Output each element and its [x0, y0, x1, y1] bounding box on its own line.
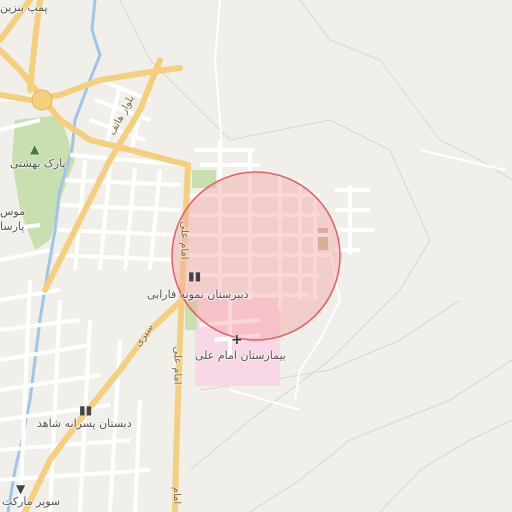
- road-label-imam-ali-3: امام: [171, 486, 183, 505]
- supermarket-label[interactable]: سوپر مارکت: [2, 495, 60, 508]
- hospital-label[interactable]: بیمارستان امام علی: [195, 349, 286, 362]
- shopping-cart-icon: ▼: [16, 482, 26, 496]
- high-school-label[interactable]: دبیرستان نمونه فارابی: [147, 288, 249, 301]
- left-edge-label-1: موس: [0, 205, 26, 218]
- gas-station-label: پمپ بنزین: [0, 1, 48, 14]
- primary-school-label[interactable]: دبستان پسرانه شاهد: [37, 417, 132, 430]
- park-label[interactable]: پارک بهشتی: [10, 157, 66, 170]
- hospital-cross-icon: +: [231, 332, 243, 348]
- left-edge-label-2: پارسا: [0, 220, 25, 233]
- road-label-imam-ali-1: امام علی: [178, 221, 190, 260]
- highlight-circle[interactable]: [171, 171, 341, 341]
- roundabout: [31, 89, 53, 111]
- school-icon: ▮▮: [188, 269, 202, 283]
- school-icon-2: ▮▮: [79, 403, 93, 417]
- map-base-layer: [0, 0, 512, 512]
- map-canvas[interactable]: پمپ بنزین ▲ پارک بهشتی موس پارسا ▮▮ دبیر…: [0, 0, 512, 512]
- tree-icon: ▲: [30, 142, 40, 156]
- road-label-imam-ali-2: امام علی: [171, 346, 183, 385]
